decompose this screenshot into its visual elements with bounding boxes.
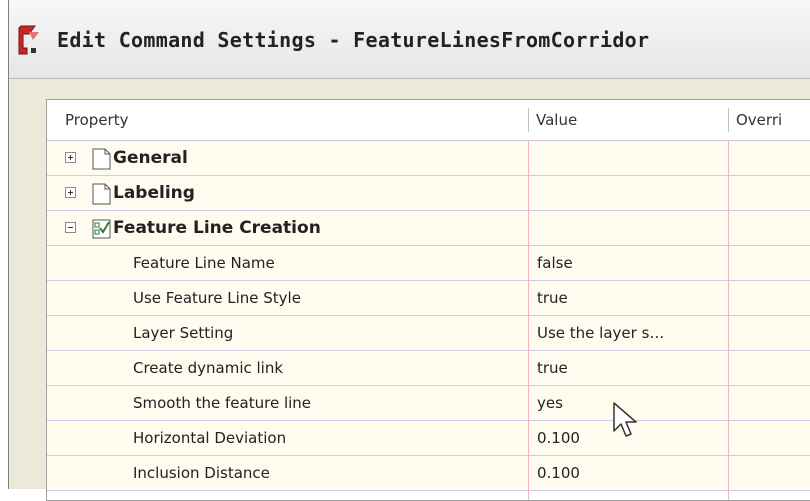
property-name: Inclusion Distance xyxy=(133,464,270,482)
category-row-feature-line-creation[interactable]: Feature Line Creation xyxy=(47,211,810,246)
property-name: Use Feature Line Style xyxy=(133,289,301,307)
column-divider xyxy=(528,140,529,500)
property-row[interactable]: Horizontal Deviation 0.100 xyxy=(47,421,810,456)
expand-plus-icon[interactable] xyxy=(65,152,76,163)
category-label: General xyxy=(113,148,188,168)
category-row-labeling[interactable]: Labeling xyxy=(47,176,810,211)
property-name: Layer Setting xyxy=(133,324,234,342)
column-header-override[interactable]: Overri xyxy=(728,100,810,140)
property-row[interactable]: Inclusion Distance 0.100 xyxy=(47,456,810,491)
civil3d-app-icon xyxy=(18,25,39,55)
category-label: Labeling xyxy=(113,183,195,203)
property-row[interactable]: Use Feature Line Style true xyxy=(47,281,810,316)
property-value[interactable]: true xyxy=(537,351,568,385)
property-value[interactable]: false xyxy=(537,246,573,280)
category-label: Feature Line Creation xyxy=(113,218,321,238)
property-value[interactable]: Use the layer s… xyxy=(537,316,664,350)
expand-plus-icon[interactable] xyxy=(65,187,76,198)
grid-header: Property Value Overri xyxy=(47,100,810,141)
document-icon xyxy=(92,183,111,205)
document-icon xyxy=(92,148,111,170)
property-value[interactable]: 0.100 xyxy=(537,456,580,490)
dialog-window: Edit Command Settings - FeatureLinesFrom… xyxy=(8,0,810,501)
property-row[interactable]: Feature Line Name false xyxy=(47,246,810,281)
title-bar[interactable]: Edit Command Settings - FeatureLinesFrom… xyxy=(9,0,810,79)
property-name: Smooth the feature line xyxy=(133,394,312,412)
property-value[interactable]: true xyxy=(537,281,568,315)
property-name: Horizontal Deviation xyxy=(133,429,287,447)
category-row-general[interactable]: General xyxy=(47,141,810,176)
column-header-property[interactable]: Property xyxy=(57,100,527,140)
collapse-minus-icon[interactable] xyxy=(65,222,76,233)
property-name: Feature Line Name xyxy=(133,254,275,272)
column-header-value[interactable]: Value xyxy=(528,100,728,140)
property-row[interactable]: Smooth the feature line yes xyxy=(47,386,810,421)
column-divider xyxy=(728,140,729,500)
mouse-pointer-icon xyxy=(613,402,637,437)
property-row[interactable]: Layer Setting Use the layer s… xyxy=(47,316,810,351)
property-name: Create dynamic link xyxy=(133,359,284,377)
property-value[interactable]: 0.100 xyxy=(537,421,580,455)
property-value[interactable]: yes xyxy=(537,386,563,420)
property-grid[interactable]: Property Value Overri General Labeling F… xyxy=(46,99,810,501)
property-row[interactable]: Create dynamic link true xyxy=(47,351,810,386)
window-title: Edit Command Settings - FeatureLinesFrom… xyxy=(57,28,650,52)
checklist-icon xyxy=(92,219,111,239)
